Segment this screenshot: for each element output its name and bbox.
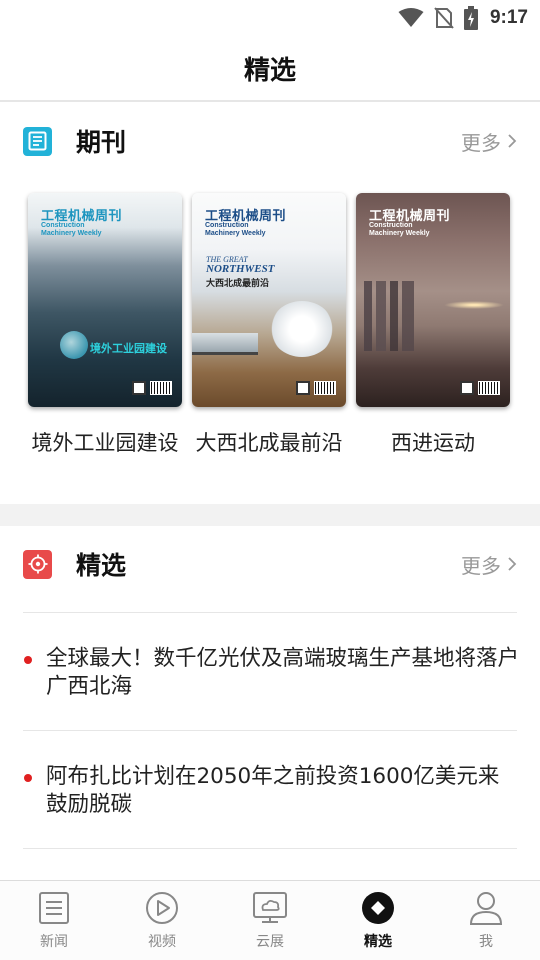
- featured-news-list: 全球最大！数千亿光伏及高端玻璃生产基地将落户广西北海 阿布扎比计划在2050年之…: [23, 612, 520, 849]
- bottom-tab-bar: 新闻 视频 云展 精选 我: [0, 880, 540, 960]
- list-item[interactable]: 阿布扎比计划在2050年之前投资1600亿美元来鼓励脱碳: [23, 730, 517, 848]
- journals-section-header: 期刊 更多: [0, 103, 540, 179]
- video-play-icon: [144, 890, 180, 926]
- journal-card[interactable]: 工程机械周刊 Construction Machinery Weekly 西进运…: [356, 193, 510, 458]
- journal-icon: [23, 126, 52, 156]
- chevron-right-icon: [508, 557, 517, 571]
- cover-masthead-en: Construction Machinery Weekly: [41, 222, 102, 237]
- qr-code: [296, 381, 310, 395]
- cloud-expo-icon: [252, 890, 288, 926]
- featured-more-label: 更多: [461, 553, 501, 578]
- cover-tagline-bold: NORTHWEST: [206, 263, 275, 275]
- tab-label: 精选: [364, 934, 392, 950]
- journals-row: 工程机械周刊 Construction Machinery Weekly 境外工…: [28, 193, 512, 493]
- journals-section-title: 期刊: [76, 128, 127, 157]
- chevron-right-icon: [508, 134, 517, 148]
- section-divider: [0, 504, 540, 526]
- news-headline[interactable]: 阿布扎比计划在2050年之前投资1600亿美元来鼓励脱碳: [46, 763, 520, 819]
- cover-headline: 境外工业园建设: [90, 342, 167, 355]
- journal-card[interactable]: 工程机械周刊 Construction Machinery Weekly THE…: [192, 193, 346, 458]
- cover-masthead-en: Construction Machinery Weekly: [369, 222, 430, 237]
- journal-card[interactable]: 工程机械周刊 Construction Machinery Weekly 境外工…: [28, 193, 182, 458]
- tab-news[interactable]: 新闻: [0, 881, 108, 960]
- list-item[interactable]: 全球最大！数千亿光伏及高端玻璃生产基地将落户广西北海: [23, 612, 520, 730]
- journal-cover[interactable]: 工程机械周刊 Construction Machinery Weekly THE…: [192, 193, 346, 407]
- qr-code: [460, 381, 474, 395]
- tab-video[interactable]: 视频: [108, 881, 216, 960]
- app-header: 精选: [0, 36, 540, 102]
- tab-me[interactable]: 我: [432, 881, 540, 960]
- featured-more-link[interactable]: 更多: [461, 550, 517, 579]
- no-sim-icon: [434, 7, 454, 29]
- journal-cover[interactable]: 工程机械周刊 Construction Machinery Weekly 境外工…: [28, 193, 182, 407]
- status-bar: 9:17: [0, 0, 540, 36]
- news-icon: [36, 890, 72, 926]
- light-streak-graphic: [444, 301, 504, 309]
- featured-diamond-icon: [360, 890, 396, 926]
- tab-cloud-expo[interactable]: 云展: [216, 881, 324, 960]
- journals-more-link[interactable]: 更多: [461, 127, 517, 156]
- cover-masthead-en: Construction Machinery Weekly: [205, 222, 266, 237]
- battery-charging-icon: [463, 6, 478, 30]
- journals-more-label: 更多: [461, 130, 501, 155]
- barcode: [314, 381, 336, 395]
- tab-label: 云展: [256, 934, 284, 950]
- smoke-graphic: [270, 301, 334, 357]
- news-headline[interactable]: 全球最大！数千亿光伏及高端玻璃生产基地将落户广西北海: [46, 645, 520, 701]
- bullet-dot-icon: [24, 774, 32, 782]
- journal-title[interactable]: 西进运动: [356, 429, 510, 458]
- wifi-icon: [398, 8, 424, 27]
- journal-title[interactable]: 大西北成最前沿: [192, 429, 346, 458]
- featured-section-title: 精选: [76, 551, 127, 580]
- qr-code: [132, 381, 146, 395]
- tab-featured[interactable]: 精选: [324, 881, 432, 960]
- barcode: [478, 381, 500, 395]
- globe-graphic: [60, 331, 88, 359]
- journal-title[interactable]: 境外工业园建设: [28, 429, 182, 458]
- target-icon: [23, 549, 52, 579]
- tab-label: 新闻: [40, 934, 68, 950]
- barcode: [150, 381, 172, 395]
- status-time: 9:17: [489, 7, 528, 28]
- bullet-dot-icon: [24, 656, 32, 664]
- journal-cover[interactable]: 工程机械周刊 Construction Machinery Weekly: [356, 193, 510, 407]
- tab-label: 我: [479, 934, 493, 950]
- featured-section-header: 精选 更多: [0, 526, 540, 602]
- profile-icon: [468, 890, 504, 926]
- cover-headline: 大西北成最前沿: [206, 279, 270, 289]
- page-title: 精选: [243, 55, 296, 86]
- tab-label: 视频: [148, 934, 176, 950]
- divider: [23, 848, 517, 849]
- skyline-graphic: [364, 281, 414, 351]
- train-graphic: [192, 333, 258, 355]
